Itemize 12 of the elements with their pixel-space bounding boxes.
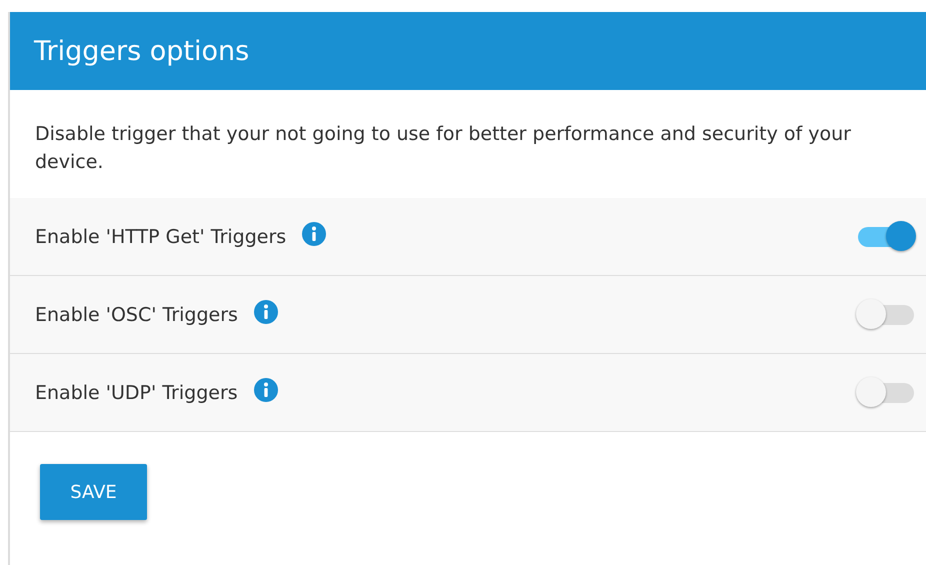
toggle-switch[interactable] bbox=[856, 376, 916, 410]
option-label: Enable 'UDP' Triggers bbox=[35, 382, 238, 404]
panel-title: Triggers options bbox=[34, 36, 250, 66]
toggle-switch[interactable] bbox=[856, 220, 916, 254]
option-label: Enable 'HTTP Get' Triggers bbox=[35, 226, 286, 248]
toggle-switch[interactable] bbox=[856, 298, 916, 332]
option-label: Enable 'OSC' Triggers bbox=[35, 304, 238, 326]
info-icon[interactable] bbox=[254, 378, 278, 402]
save-button[interactable]: SAVE bbox=[40, 464, 147, 520]
description-text: Disable trigger that your not going to use for better performance and security of your device. bbox=[34, 122, 852, 175]
info-icon[interactable] bbox=[254, 300, 278, 324]
info-icon[interactable] bbox=[302, 222, 326, 246]
